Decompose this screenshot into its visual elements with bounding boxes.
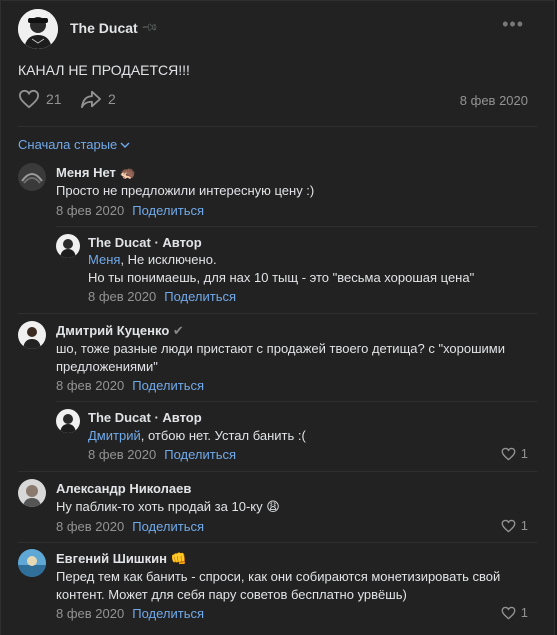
comment: Александр Николаев Ну паблик-то хоть про… [18, 479, 538, 537]
post-date: 8 фев 2020 [459, 93, 528, 108]
author-avatar[interactable] [18, 9, 58, 49]
comment: Меня Нет 🦔 Просто не предложили интересн… [18, 163, 538, 223]
comment-date: 8 фев 2020 [56, 378, 125, 393]
comment-reply: The Ducat · Автор Меня, Не исключено. Но… [56, 234, 538, 304]
commenter-name[interactable]: Дмитрий Куценко ✔ [56, 323, 184, 339]
commenter-name[interactable]: The Ducat · Автор [88, 235, 202, 250]
comment-date: 8 фев 2020 [56, 519, 125, 534]
comment: Дмитрий Куценко ✔ шо, тоже разные люди п… [18, 321, 538, 396]
comment-meta: 8 фев 2020 Поделиться [56, 519, 204, 534]
divider [18, 126, 537, 127]
comment-text: Дмитрий, отбою нет. Устал банить :( [88, 428, 306, 443]
comment-date: 8 фев 2020 [56, 203, 125, 218]
comment-meta: 8 фев 2020 Поделиться [56, 203, 204, 218]
post-text: КАНАЛ НЕ ПРОДАЕТСЯ!!! [18, 62, 190, 78]
like-button[interactable]: 21 [18, 89, 62, 109]
like-count: 21 [46, 91, 62, 107]
share-link[interactable]: Поделиться [132, 606, 204, 621]
divider [56, 401, 537, 402]
comment-like-button[interactable]: 1 [501, 446, 528, 461]
commenter-avatar[interactable] [56, 409, 80, 433]
commenter-name[interactable]: The Ducat · Автор [88, 410, 202, 425]
commenter-name[interactable]: Александр Николаев [56, 481, 191, 496]
commenter-avatar[interactable] [18, 479, 46, 507]
post-actions: 21 2 8 фев 2020 [18, 89, 538, 113]
pin-icon: 📌︎ [140, 18, 159, 38]
heart-icon [501, 447, 516, 461]
divider [18, 471, 537, 472]
weary-face-emoji: 😩 [266, 499, 280, 514]
divider [18, 542, 537, 543]
commenter-name[interactable]: Евгений Шишкин 👊 [56, 551, 187, 567]
post-header: The Ducat 📌︎ ••• [18, 9, 538, 49]
commenter-avatar[interactable] [18, 549, 46, 577]
mention-link[interactable]: Меня [88, 252, 120, 267]
comment-like-count: 1 [520, 446, 528, 461]
comment-reply: The Ducat · Автор Дмитрий, отбою нет. Ус… [56, 409, 538, 464]
share-link[interactable]: Поделиться [132, 378, 204, 393]
comments-sort-dropdown[interactable]: Сначала старые [18, 137, 130, 152]
divider [18, 313, 537, 314]
comment-text: шо, тоже разные люди пристают с продажей… [56, 341, 506, 374]
author-name[interactable]: The Ducat [70, 20, 138, 36]
chevron-down-icon [120, 142, 130, 148]
comment-like-button[interactable]: 1 [501, 605, 528, 620]
share-link[interactable]: Поделиться [132, 203, 204, 218]
comment-meta: 8 фев 2020 Поделиться [88, 447, 236, 462]
comment-like-count: 1 [520, 518, 528, 533]
commenter-avatar[interactable] [18, 321, 46, 349]
commenter-avatar[interactable] [56, 234, 80, 258]
comment-date: 8 фев 2020 [88, 447, 157, 462]
share-link[interactable]: Поделиться [164, 447, 236, 462]
divider [56, 226, 537, 227]
more-options-icon[interactable]: ••• [502, 14, 524, 35]
share-link[interactable]: Поделиться [164, 289, 236, 304]
comment-text: Ну паблик-то хоть продай за 10-ку 😩 [56, 499, 280, 514]
fist-emoji-icon: 👊 [170, 551, 187, 566]
comment-text: Перед тем как банить - спроси, как они с… [56, 569, 501, 602]
hedgehog-emoji-icon: 🦔 [119, 165, 136, 180]
comment-text: Просто не предложили интересную цену :) [56, 183, 315, 198]
comment-date: 8 фев 2020 [88, 289, 157, 304]
comment-text: Меня, Не исключено. Но ты понимаешь, для… [88, 252, 475, 285]
comment-like-button[interactable]: 1 [501, 518, 528, 533]
share-count: 2 [108, 91, 116, 107]
heart-icon [501, 519, 516, 533]
commenter-name[interactable]: Меня Нет 🦔 [56, 165, 136, 181]
comment: Евгений Шишкин 👊 Перед тем как банить - … [18, 549, 538, 629]
share-link[interactable]: Поделиться [132, 519, 204, 534]
comment-meta: 8 фев 2020 Поделиться [88, 289, 236, 304]
post-card: The Ducat 📌︎ ••• КАНАЛ НЕ ПРОДАЕТСЯ!!! 2… [0, 0, 555, 635]
share-icon [81, 90, 101, 109]
commenter-avatar[interactable] [18, 163, 46, 191]
verified-check-icon: ✔ [172, 323, 184, 338]
comment-like-count: 1 [520, 605, 528, 620]
comment-date: 8 фев 2020 [56, 606, 125, 621]
heart-icon [501, 606, 516, 620]
comment-meta: 8 фев 2020 Поделиться [56, 378, 204, 393]
share-button[interactable]: 2 [80, 89, 116, 109]
mention-link[interactable]: Дмитрий [88, 428, 141, 443]
sort-label: Сначала старые [18, 137, 118, 152]
heart-icon [18, 89, 40, 109]
comment-meta: 8 фев 2020 Поделиться [56, 606, 204, 621]
